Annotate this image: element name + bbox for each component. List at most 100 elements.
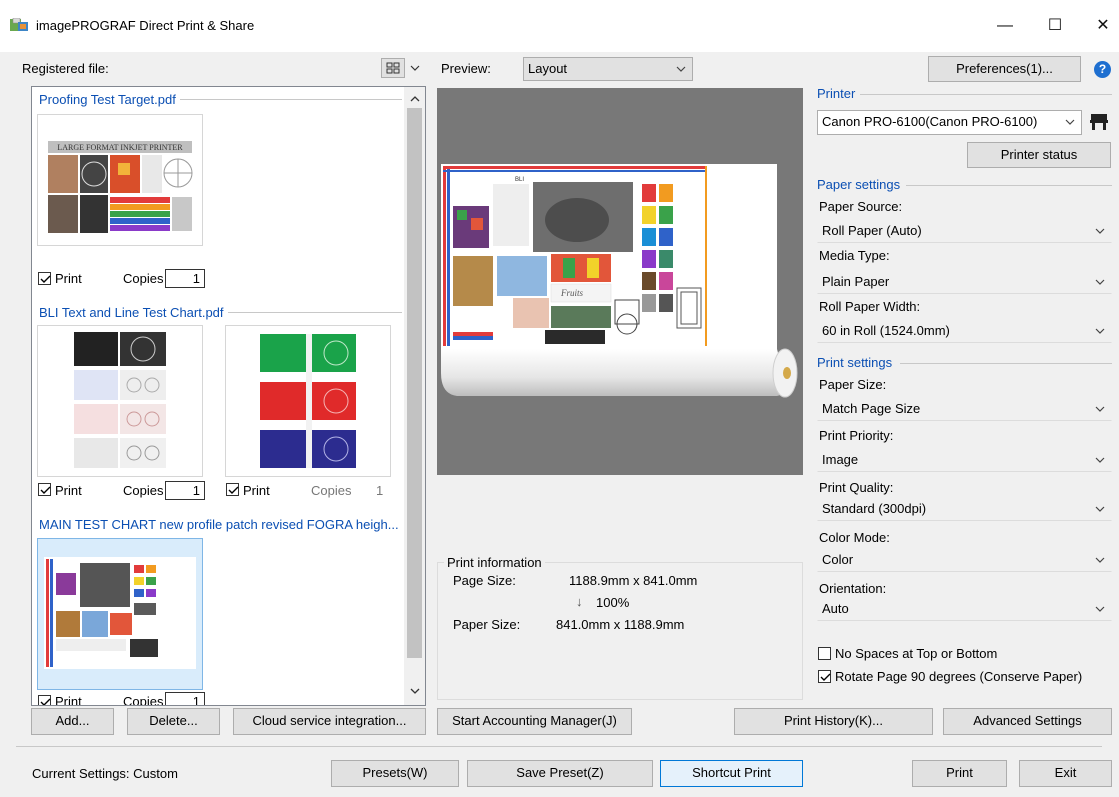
file-list-scroll-thumb[interactable] (407, 108, 422, 658)
chevron-down-icon (676, 66, 686, 72)
file-thumbnail-1[interactable]: LARGE FORMAT INKJET PRINTER (37, 114, 203, 246)
paper-source-select[interactable]: Roll Paper (Auto) (817, 219, 1112, 243)
paper-settings-group-line (906, 185, 1112, 186)
rotate-page-checkbox[interactable] (818, 670, 831, 683)
scroll-up-icon[interactable] (409, 92, 421, 107)
shortcut-print-button[interactable]: Shortcut Print (660, 760, 803, 787)
file-thumbnail-2a[interactable] (37, 325, 203, 477)
thumb-header-text: LARGE FORMAT INKJET PRINTER (57, 143, 183, 152)
advanced-settings-button[interactable]: Advanced Settings (943, 708, 1112, 735)
window-title: imagePROGRAF Direct Print & Share (36, 18, 255, 33)
orientation-label: Orientation: (819, 581, 887, 596)
roll-paper-width-value: 60 in Roll (1524.0mm) (822, 323, 950, 338)
print-checkbox-1[interactable] (38, 272, 51, 285)
text-line-chart-preview (72, 330, 168, 472)
print-priority-value: Image (822, 452, 859, 467)
preview-fruits-text: Fruits (560, 288, 584, 298)
file-thumbnail-3[interactable] (37, 538, 203, 690)
color-chart-preview (258, 330, 358, 472)
printer-group-line (860, 94, 1112, 95)
chevron-down-icon (1095, 557, 1105, 563)
copies-input-1[interactable]: 1 (165, 269, 205, 288)
view-mode-chevron-icon[interactable] (409, 62, 421, 77)
proofing-target-preview: LARGE FORMAT INKJET PRINTER (45, 137, 195, 237)
chevron-down-icon (1095, 228, 1105, 234)
paper-size-setting-label: Paper Size: (819, 377, 887, 392)
roll-paper-width-label: Roll Paper Width: (819, 299, 921, 314)
roll-paper-width-select[interactable]: 60 in Roll (1524.0mm) (817, 319, 1112, 343)
no-spaces-checkbox[interactable] (818, 647, 831, 660)
page-size-value: 1188.9mm x 841.0mm (569, 573, 698, 588)
print-quality-label: Print Quality: (819, 480, 894, 495)
printer-select[interactable]: Canon PRO-6100(Canon PRO-6100) (817, 110, 1082, 135)
add-button[interactable]: Add... (31, 708, 114, 735)
save-preset-button[interactable]: Save Preset(Z) (467, 760, 653, 787)
roll-paper-preview: BLI Fruits (441, 164, 798, 398)
print-checkbox-2a[interactable] (38, 483, 51, 496)
print-quality-select[interactable]: Standard (300dpi) (817, 497, 1112, 521)
page-size-label: Page Size: (453, 573, 516, 588)
printer-icon[interactable] (1087, 110, 1111, 134)
cloud-integration-button[interactable]: Cloud service integration... (233, 708, 426, 735)
app-icon (10, 17, 28, 32)
copies-input-2a[interactable]: 1 (165, 481, 205, 500)
file-title-2[interactable]: BLI Text and Line Test Chart.pdf (39, 305, 228, 320)
print-checkbox-2b[interactable] (226, 483, 239, 496)
print-checkbox-3[interactable] (38, 695, 51, 705)
media-type-select[interactable]: Plain Paper (817, 270, 1112, 294)
help-icon[interactable]: ? (1094, 61, 1111, 78)
file-title-1[interactable]: Proofing Test Target.pdf (39, 92, 180, 107)
print-quality-value: Standard (300dpi) (822, 501, 927, 516)
scale-down-arrow-icon: ↓ (576, 594, 583, 609)
printer-legend: Printer (817, 86, 859, 101)
rotate-page-label: Rotate Page 90 degrees (Conserve Paper) (835, 669, 1083, 684)
print-settings-legend: Print settings (817, 355, 896, 370)
copies-input-3[interactable]: 1 (165, 692, 205, 705)
color-mode-label: Color Mode: (819, 530, 890, 545)
minimize-button[interactable]: — (982, 14, 1028, 38)
presets-button[interactable]: Presets(W) (331, 760, 459, 787)
current-settings-text: Current Settings: Custom (32, 766, 178, 781)
scale-value: 100% (596, 595, 630, 610)
printer-status-button[interactable]: Printer status (967, 142, 1111, 168)
copies-label-2a: Copies (123, 483, 164, 498)
print-label-2b: Print (243, 483, 270, 498)
print-info-legend: Print information (444, 555, 545, 570)
chevron-down-icon (1095, 279, 1105, 285)
printer-select-value: Canon PRO-6100(Canon PRO-6100) (822, 114, 1038, 129)
scroll-down-icon[interactable] (409, 684, 421, 699)
chevron-down-icon (1095, 406, 1105, 412)
color-mode-select[interactable]: Color (817, 548, 1112, 572)
paper-source-value: Roll Paper (Auto) (822, 223, 922, 238)
media-type-label: Media Type: (819, 248, 890, 263)
preview-mode-select[interactable]: Layout (523, 57, 693, 81)
chevron-down-icon (1095, 457, 1105, 463)
copies-label-2b: Copies (311, 483, 352, 498)
preferences-button[interactable]: Preferences(1)... (928, 56, 1081, 82)
file-list-panel[interactable]: Proofing Test Target.pdf LARGE FORMAT IN… (31, 86, 426, 706)
chevron-down-icon (1095, 328, 1105, 334)
paper-size-label: Paper Size: (453, 617, 521, 632)
view-mode-button[interactable] (381, 58, 405, 78)
copies-label-3: Copies (123, 694, 164, 706)
file-title-3[interactable]: MAIN TEST CHART new profile patch revise… (39, 517, 403, 532)
preview-canvas[interactable]: BLI Fruits (437, 88, 803, 475)
print-priority-select[interactable]: Image (817, 448, 1112, 472)
chevron-down-icon (1095, 506, 1105, 512)
orientation-select[interactable]: Auto (817, 597, 1112, 621)
delete-button[interactable]: Delete... (127, 708, 220, 735)
exit-button[interactable]: Exit (1019, 760, 1112, 787)
print-button[interactable]: Print (912, 760, 1007, 787)
start-accounting-manager-button[interactable]: Start Accounting Manager(J) (437, 708, 632, 735)
file-thumbnail-2b[interactable] (225, 325, 391, 477)
main-test-chart-preview (44, 557, 196, 669)
paper-size-select-value: Match Page Size (822, 401, 921, 416)
print-history-button[interactable]: Print History(K)... (734, 708, 933, 735)
paper-size-select[interactable]: Match Page Size (817, 397, 1112, 421)
close-button[interactable]: ✕ (1080, 14, 1119, 38)
chevron-down-icon (1065, 119, 1075, 125)
registered-file-label: Registered file: (22, 61, 109, 76)
chevron-down-icon (1095, 606, 1105, 612)
maximize-button[interactable]: ☐ (1032, 14, 1078, 38)
preview-mode-value: Layout (528, 61, 568, 76)
